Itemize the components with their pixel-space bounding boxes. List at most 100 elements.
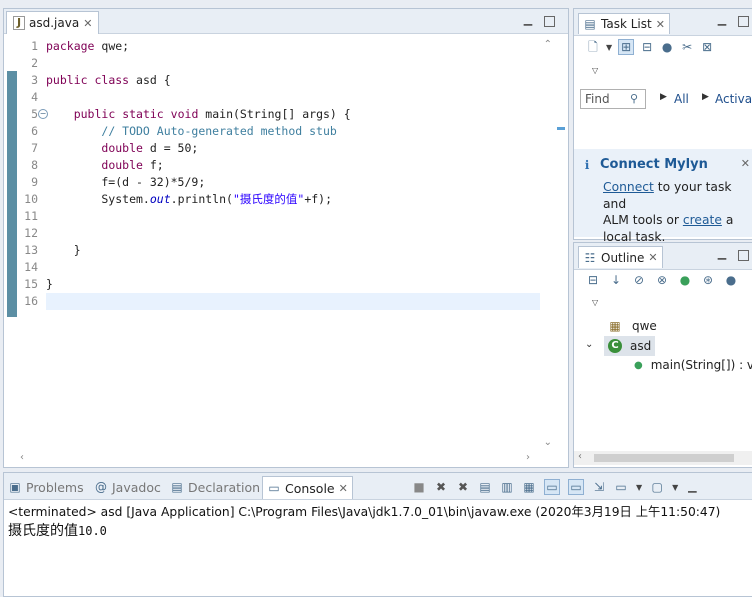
code-line[interactable]: double d = 50; — [46, 140, 540, 157]
view-menu-icon[interactable]: ▽ — [592, 298, 598, 307]
collapse-icon[interactable]: ⊠ — [700, 40, 714, 54]
sort-icon[interactable]: ↓ — [609, 273, 623, 287]
outline-item-method[interactable]: ● main(String[]) : v — [634, 358, 752, 372]
tab-problems-label: Problems — [26, 479, 84, 495]
collapse-all-icon[interactable]: ⊟ — [586, 273, 600, 287]
line-number: 12 — [24, 226, 38, 240]
connect-link[interactable]: Connect — [603, 180, 654, 194]
scheduled-icon[interactable]: ⊟ — [640, 40, 654, 54]
chevron-down-icon[interactable]: ▼ — [636, 483, 642, 492]
all-link[interactable]: All — [674, 92, 689, 106]
code-line[interactable]: package qwe; — [46, 38, 540, 55]
task-list-tabbar: ▤ Task List ✕ ▁ — [574, 9, 752, 36]
outline-item-package[interactable]: ▦ qwe — [608, 319, 657, 333]
console-output[interactable]: 摄氏度的值10.0 — [8, 520, 107, 540]
pin-console-icon[interactable]: ⇲ — [592, 480, 606, 494]
code-line[interactable]: // TODO Auto-generated method stub — [46, 123, 540, 140]
close-icon[interactable]: ✕ — [83, 17, 92, 30]
code-line[interactable]: public static void main(String[] args) { — [46, 106, 540, 123]
code-line[interactable]: System.out.println("摄氏度的值"+f); — [46, 191, 540, 208]
tab-outline[interactable]: ☷ Outline ✕ — [578, 246, 663, 268]
minimize-icon[interactable]: ▁ — [686, 481, 698, 493]
clear-console-icon[interactable]: ▤ — [478, 480, 492, 494]
maximize-icon[interactable] — [738, 16, 749, 27]
code-line[interactable]: f=(d - 32)*5/9; — [46, 174, 540, 191]
hide-local-types-icon[interactable]: ⊛ — [701, 273, 715, 287]
code-line[interactable] — [46, 225, 540, 242]
outline-icon: ☷ — [584, 250, 596, 265]
code-line[interactable]: } — [46, 242, 540, 259]
line-number: 1 — [31, 39, 38, 53]
minimize-icon[interactable]: ▁ — [522, 14, 534, 26]
chevron-down-icon[interactable]: ▼ — [606, 43, 612, 52]
hide-completed-icon[interactable]: ● — [660, 40, 674, 54]
scroll-lock-icon[interactable]: ▥ — [500, 480, 514, 494]
tab-problems[interactable]: ▣ Problems — [8, 477, 84, 497]
close-icon[interactable]: ✕ — [648, 251, 657, 264]
word-wrap-icon[interactable]: ▦ — [522, 480, 536, 494]
remove-launch-icon[interactable]: ✖ — [434, 480, 448, 494]
outline-item-class[interactable]: C asd — [604, 336, 656, 356]
terminate-icon[interactable]: ■ — [412, 480, 426, 494]
new-task-icon[interactable]: 🗋 — [586, 40, 600, 54]
tab-javadoc-label: Javadoc — [112, 479, 161, 495]
create-link[interactable]: create — [683, 213, 722, 227]
find-field[interactable]: Find ⚲ — [580, 89, 646, 109]
close-icon[interactable]: ✕ — [741, 157, 750, 170]
scroll-up-icon[interactable]: ⌃ — [544, 39, 552, 50]
console-output-label: 摄氏度的值 — [8, 523, 78, 539]
chevron-down-icon[interactable]: ▼ — [672, 483, 678, 492]
chevron-down-icon[interactable]: ⌄ — [585, 339, 593, 350]
outline-hscrollbar[interactable]: ‹ — [574, 451, 752, 465]
activate-link[interactable]: Activa... — [715, 92, 752, 106]
line-number: 5 — [31, 107, 38, 121]
line-number: 6 — [31, 124, 38, 138]
categorized-icon[interactable]: ⊞ — [618, 39, 635, 55]
close-icon[interactable]: ✕ — [656, 18, 665, 31]
scroll-thumb[interactable] — [594, 454, 734, 462]
code-line[interactable] — [46, 55, 540, 72]
tab-console[interactable]: ▭ Console ✕ — [262, 476, 353, 499]
code-line[interactable] — [46, 208, 540, 225]
minimize-icon[interactable]: ▁ — [716, 14, 728, 26]
display-console-icon[interactable]: ▭ — [614, 480, 628, 494]
public-method-icon: ● — [634, 359, 643, 371]
scroll-down-icon[interactable]: ⌄ — [544, 437, 552, 448]
code-line[interactable]: double f; — [46, 157, 540, 174]
code-line[interactable] — [46, 89, 540, 106]
task-marker[interactable] — [557, 127, 565, 130]
open-console-icon[interactable]: ▢ — [650, 480, 664, 494]
code-line[interactable] — [46, 293, 540, 310]
javadoc-icon: @ — [95, 480, 107, 494]
minimize-icon[interactable]: ▁ — [716, 248, 728, 260]
editor-panel: J asd.java ✕ ▁ 1 2 3 4 5 6 7 8 9 10 11 12 13 14 15 16− … — [3, 8, 569, 468]
line-number: 4 — [31, 90, 38, 104]
maximize-icon[interactable] — [738, 250, 749, 261]
scroll-left-icon[interactable]: ‹ — [20, 452, 24, 463]
scroll-right-icon[interactable]: › — [526, 452, 530, 463]
code-line[interactable]: } — [46, 276, 540, 293]
view-menu-icon[interactable]: ▽ — [592, 66, 598, 75]
console-panel: ▣ Problems @ Javadoc ▤ Declaration ▭ Con… — [3, 472, 752, 597]
focus-icon[interactable]: ● — [724, 273, 738, 287]
tab-declaration[interactable]: ▤ Declaration — [170, 477, 260, 497]
package-label: qwe — [632, 319, 657, 333]
hide-nonpublic-icon[interactable]: ● — [678, 273, 692, 287]
code-line[interactable]: public class asd { — [46, 72, 540, 89]
editor-tab-asd-java[interactable]: J asd.java ✕ — [6, 11, 100, 34]
code-area[interactable]: package qwe; public class asd { public st… — [46, 34, 540, 467]
code-line[interactable] — [46, 259, 540, 276]
tab-task-list[interactable]: ▤ Task List ✕ — [578, 13, 670, 34]
package-icon: ▦ — [609, 319, 621, 333]
show-on-stderr-icon[interactable]: ▭ — [568, 479, 584, 495]
overview-ruler[interactable] — [556, 39, 566, 459]
close-icon[interactable]: ✕ — [339, 482, 348, 495]
hide-fields-icon[interactable]: ⊘ — [632, 273, 646, 287]
focus-icon[interactable]: ✂ — [680, 40, 694, 54]
tab-javadoc[interactable]: @ Javadoc — [94, 477, 161, 497]
remove-all-icon[interactable]: ✖ — [456, 480, 470, 494]
hide-static-icon[interactable]: ⊗ — [655, 273, 669, 287]
show-on-stdout-icon[interactable]: ▭ — [544, 479, 560, 495]
scroll-left-icon[interactable]: ‹ — [578, 451, 582, 462]
maximize-icon[interactable] — [544, 16, 555, 27]
